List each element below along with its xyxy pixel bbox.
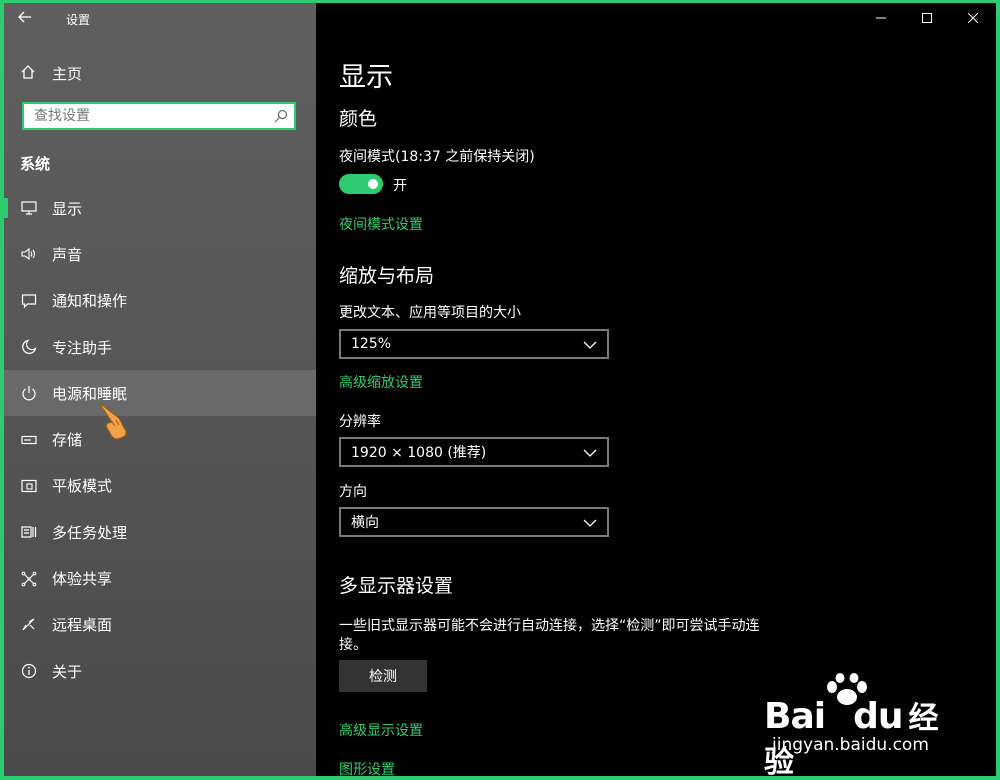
multi-display-description-line2: 接。 [339, 637, 367, 653]
watermark-domain: jingyan.baidu.com [772, 735, 929, 755]
paw-logo-icon [824, 673, 870, 711]
resolution-value: 1920 × 1080 (推荐) [351, 445, 487, 461]
search-icon[interactable] [274, 108, 288, 127]
graphics-settings-link[interactable]: 图形设置 [339, 759, 395, 776]
share-icon [20, 570, 38, 588]
section-heading-scale-layout: 缩放与布局 [339, 265, 435, 287]
speaker-icon [20, 245, 38, 263]
resolution-label: 分辨率 [339, 414, 381, 430]
storage-icon [20, 431, 38, 449]
info-icon [20, 662, 38, 680]
sidebar-item-multitasking[interactable]: 多任务处理 [4, 509, 316, 555]
sidebar-item-label: 平板模式 [52, 477, 113, 496]
minimize-icon[interactable] [858, 3, 904, 33]
sidebar-item-label: 电源和睡眠 [52, 384, 128, 403]
advanced-scaling-link[interactable]: 高级缩放设置 [339, 372, 423, 392]
home-nav-item[interactable]: 主页 [20, 63, 82, 84]
night-mode-settings-link[interactable]: 夜间模式设置 [339, 214, 423, 234]
home-icon [20, 64, 36, 84]
sidebar-item-label: 声音 [52, 245, 83, 264]
resolution-dropdown[interactable]: 1920 × 1080 (推荐) [339, 437, 609, 467]
main-content: 显示 颜色 夜间模式(18:37 之前保持关闭) 开 夜间模式设置 缩放与布局 … [316, 3, 996, 776]
section-heading-system: 系统 [20, 155, 51, 173]
section-heading-multi-display: 多显示器设置 [339, 575, 454, 597]
moon-icon [20, 338, 38, 356]
monitor-icon [20, 199, 38, 217]
close-icon[interactable] [950, 3, 996, 33]
sidebar-item-display[interactable]: 显示 [4, 185, 316, 231]
sidebar-item-label: 通知和操作 [52, 292, 128, 311]
remote-desktop-icon [20, 616, 38, 634]
tablet-icon [20, 477, 38, 495]
sidebar-item-label: 体验共享 [52, 570, 113, 589]
sidebar-item-notifications[interactable]: 通知和操作 [4, 278, 316, 324]
advanced-display-settings-link[interactable]: 高级显示设置 [339, 720, 423, 740]
detect-button[interactable]: 检测 [339, 660, 427, 692]
sidebar-item-about[interactable]: 关于 [4, 648, 316, 694]
chevron-down-icon [583, 516, 597, 532]
baidu-watermark: Bai du 经验 jingyan.baidu.com [764, 671, 944, 776]
sidebar-item-label: 关于 [52, 662, 83, 681]
sidebar-item-label: 专注助手 [52, 338, 113, 357]
notification-icon [20, 292, 38, 310]
orientation-value: 横向 [351, 515, 379, 531]
home-label: 主页 [52, 65, 83, 83]
orientation-dropdown[interactable]: 横向 [339, 507, 609, 537]
multitask-icon [20, 523, 38, 541]
section-heading-color: 颜色 [339, 108, 378, 130]
search-box [22, 102, 296, 130]
search-input[interactable] [24, 104, 284, 128]
sidebar-item-sound[interactable]: 声音 [4, 231, 316, 277]
maximize-icon[interactable] [904, 3, 950, 33]
app-title: 设置 [66, 13, 91, 27]
chevron-down-icon [583, 446, 597, 462]
sidebar: 设置 主页 系统 显示 [4, 3, 316, 776]
settings-window: 设置 主页 系统 显示 [4, 3, 996, 776]
sidebar-item-tablet-mode[interactable]: 平板模式 [4, 463, 316, 509]
multi-display-description-line1: 一些旧式显示器可能不会进行自动连接，选择“检测”即可尝试手动连 [339, 618, 760, 634]
sidebar-item-shared-experiences[interactable]: 体验共享 [4, 555, 316, 601]
scale-dropdown[interactable]: 125% [339, 329, 609, 359]
sidebar-item-label: 远程桌面 [52, 616, 113, 635]
night-mode-toggle[interactable] [339, 174, 383, 194]
sidebar-item-label: 多任务处理 [52, 523, 128, 542]
sidebar-item-focus-assist[interactable]: 专注助手 [4, 324, 316, 370]
chevron-down-icon [583, 338, 597, 354]
sidebar-item-power-sleep[interactable]: 电源和睡眠 [4, 370, 316, 417]
sidebar-item-storage[interactable]: 存储 [4, 416, 316, 462]
toggle-knob [368, 179, 378, 189]
power-icon [20, 384, 38, 402]
orientation-label: 方向 [339, 484, 367, 500]
watermark-brand: Bai du 经验 [764, 696, 938, 776]
titlebar: 设置 [4, 3, 316, 35]
sidebar-item-label: 存储 [52, 431, 83, 450]
back-arrow-icon[interactable] [18, 9, 40, 29]
sidebar-item-remote-desktop[interactable]: 远程桌面 [4, 602, 316, 648]
page-title: 显示 [339, 62, 393, 93]
night-mode-label: 夜间模式(18:37 之前保持关闭) [339, 149, 535, 165]
toggle-state-label: 开 [393, 178, 407, 194]
sidebar-nav: 显示 声音 通知和操作 专注助手 电源和睡眠 存储 平板模式 多任务处理 体验共… [4, 185, 316, 694]
window-controls [858, 3, 996, 35]
scale-value: 125% [351, 336, 392, 352]
sidebar-item-label: 显示 [52, 199, 83, 218]
scale-label: 更改文本、应用等项目的大小 [339, 305, 521, 321]
